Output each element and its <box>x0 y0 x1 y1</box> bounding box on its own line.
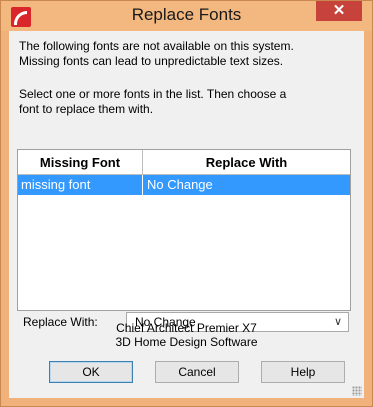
instruction-line-2: font to replace them with. <box>19 102 154 116</box>
list-row[interactable]: missing font No Change <box>18 175 350 195</box>
close-button[interactable]: ✕ <box>316 1 362 21</box>
info-line-1: The following fonts are not available on… <box>19 39 294 53</box>
cancel-button[interactable]: Cancel <box>155 361 239 383</box>
fonts-list[interactable]: Missing Font Replace With missing font N… <box>17 149 351 311</box>
instruction-line-1: Select one or more fonts in the list. Th… <box>19 87 287 101</box>
product-name: Chief Architect Premier X7 <box>116 321 257 335</box>
missing-font-cell: missing font <box>18 175 143 195</box>
column-header-replace-with[interactable]: Replace With <box>143 150 350 174</box>
help-button[interactable]: Help <box>261 361 345 383</box>
instruction-message: Select one or more fonts in the list. Th… <box>19 87 359 117</box>
replace-with-cell: No Change <box>147 177 213 192</box>
info-message: The following fonts are not available on… <box>19 39 359 69</box>
product-tagline: 3D Home Design Software <box>115 335 258 349</box>
resize-grip-icon[interactable] <box>352 386 362 396</box>
dialog-body: The following fonts are not available on… <box>9 31 364 398</box>
title-bar[interactable]: Replace Fonts ✕ <box>1 1 372 31</box>
replace-fonts-dialog: Replace Fonts ✕ The following fonts are … <box>0 0 373 407</box>
ok-button[interactable]: OK <box>49 361 133 383</box>
info-line-2: Missing fonts can lead to unpredictable … <box>19 54 284 68</box>
column-header-missing-font[interactable]: Missing Font <box>18 150 143 174</box>
list-header: Missing Font Replace With <box>18 150 350 175</box>
